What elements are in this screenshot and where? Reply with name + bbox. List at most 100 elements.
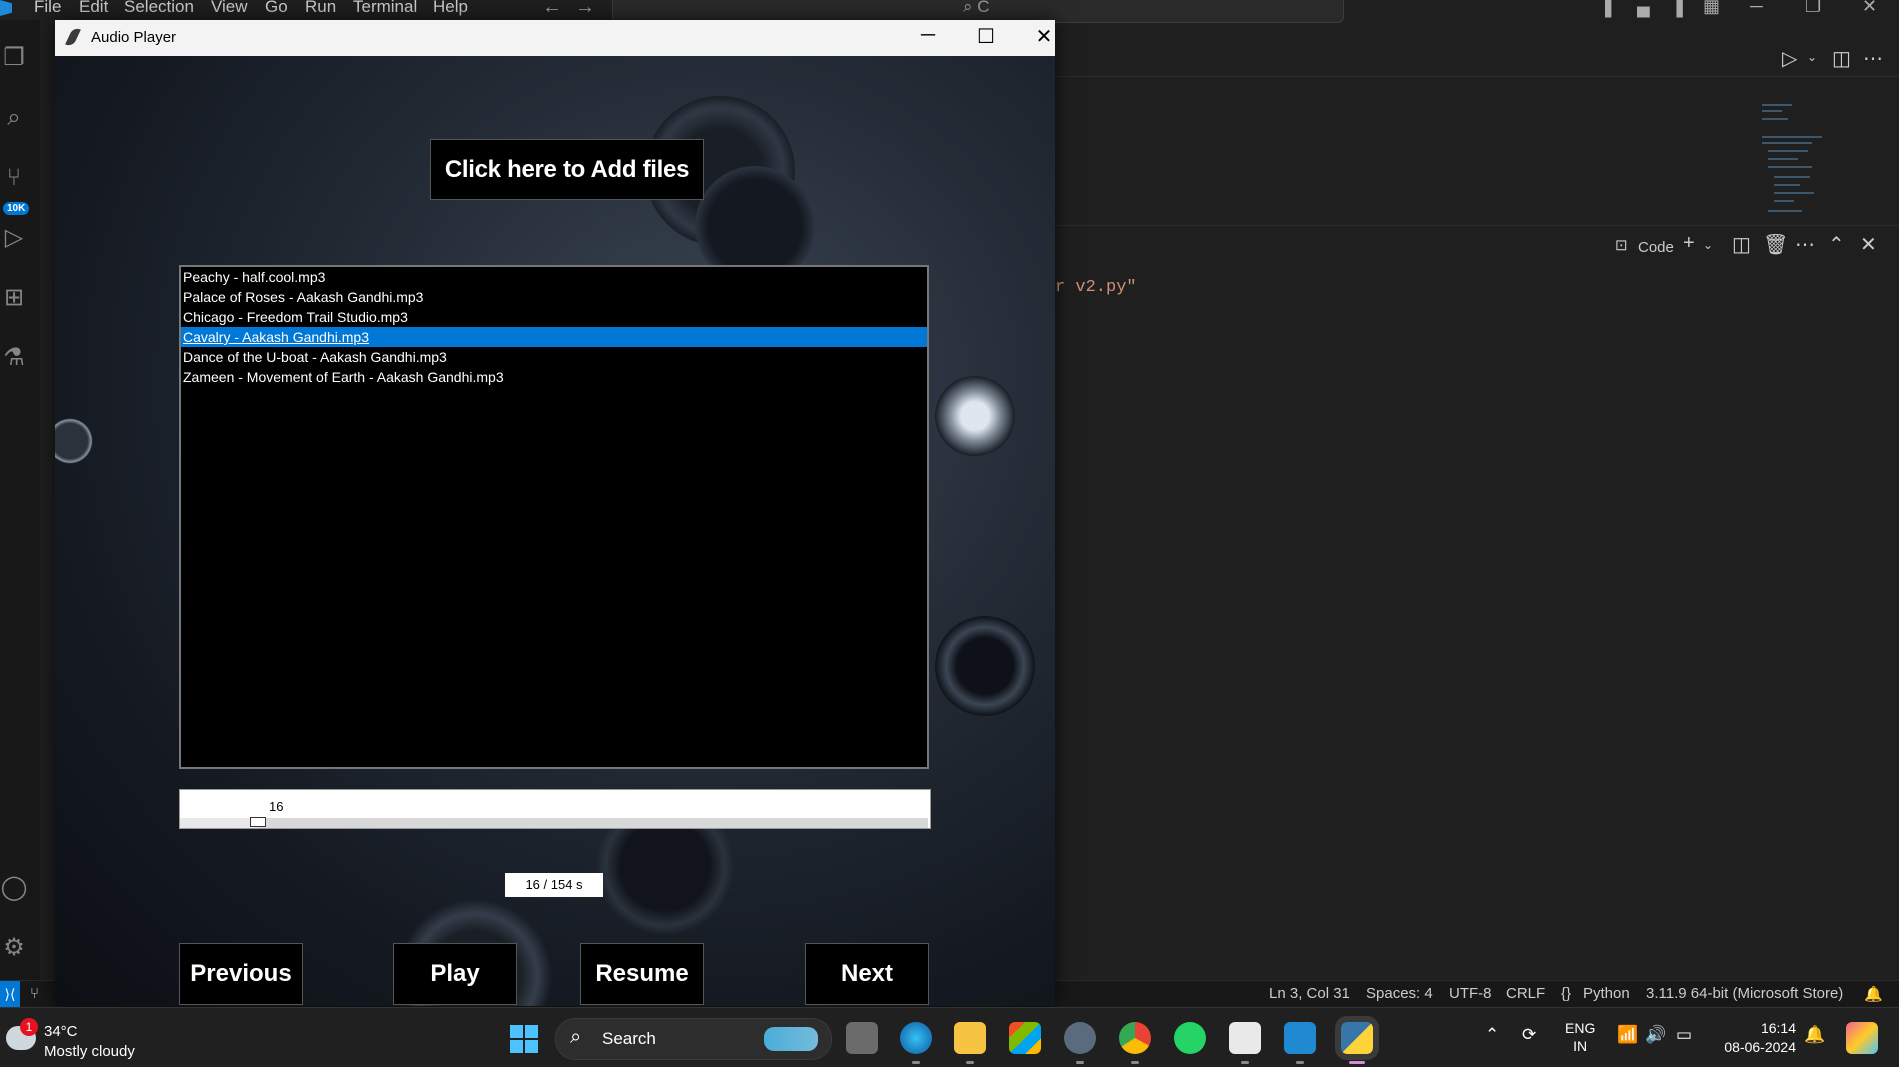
play-button[interactable]: Play: [393, 943, 517, 1005]
settings-icon[interactable]: [1064, 1022, 1096, 1054]
run-icon[interactable]: ▷: [1782, 46, 1797, 71]
more-actions-icon[interactable]: ⋯: [1863, 46, 1883, 71]
task-view-icon[interactable]: [846, 1022, 878, 1054]
start-button[interactable]: [510, 1025, 538, 1053]
cursor-position[interactable]: Ln 3, Col 31: [1269, 985, 1350, 1002]
trash-icon[interactable]: 🗑: [1763, 232, 1788, 257]
menu-go[interactable]: Go: [265, 0, 288, 17]
battery-icon[interactable]: ▭: [1676, 1025, 1692, 1045]
vscode-menubar: File Edit Selection View Go Run Terminal…: [0, 0, 1899, 23]
resume-button[interactable]: Resume: [580, 943, 704, 1005]
language-indicator[interactable]: ENG IN: [1565, 1019, 1595, 1055]
language-mode[interactable]: Python: [1583, 985, 1630, 1002]
seek-slider[interactable]: 16: [179, 789, 931, 829]
menu-view[interactable]: View: [211, 0, 248, 17]
notifications-icon[interactable]: 🔔: [1864, 985, 1883, 1003]
new-terminal-icon[interactable]: +: [1683, 232, 1695, 255]
volume-icon[interactable]: 🔊: [1645, 1025, 1666, 1045]
python-interpreter[interactable]: 3.11.9 64-bit (Microsoft Store): [1646, 985, 1843, 1002]
back-arrow-icon[interactable]: ←: [542, 0, 562, 19]
chevron-down-icon[interactable]: ⌄: [1703, 238, 1713, 252]
notification-bell-icon[interactable]: 🔔: [1804, 1025, 1825, 1045]
split-terminal-icon[interactable]: ◫: [1732, 232, 1751, 257]
taskbar-search[interactable]: ⌕ Search: [555, 1018, 832, 1060]
source-control-icon[interactable]: ⑂: [0, 164, 28, 192]
minimize-icon[interactable]: ─: [908, 24, 948, 47]
menu-edit[interactable]: Edit: [79, 0, 108, 17]
wifi-icon[interactable]: 📶: [1617, 1025, 1638, 1045]
account-icon[interactable]: ◯: [0, 874, 28, 902]
vscode-logo-icon: [0, 0, 12, 16]
weather-desc[interactable]: Mostly cloudy: [44, 1043, 135, 1060]
file-explorer-icon[interactable]: [954, 1022, 986, 1054]
split-editor-icon[interactable]: ◫: [1832, 46, 1851, 71]
terminal-output: r v2.py": [1055, 278, 1137, 297]
chevron-down-icon[interactable]: ⌄: [1807, 50, 1817, 64]
testing-icon[interactable]: ⚗: [0, 344, 28, 372]
toggle-sidebar-icon[interactable]: ▌: [1605, 0, 1618, 17]
copilot-icon[interactable]: [1846, 1022, 1878, 1054]
gear-icon[interactable]: ⚙: [0, 934, 28, 962]
search-icon: ⌕: [570, 1026, 582, 1048]
forward-arrow-icon[interactable]: →: [575, 0, 595, 19]
toggle-panel-icon[interactable]: ▄: [1637, 0, 1650, 17]
window-titlebar: Audio Player ─ ☐ ✕: [55, 20, 1055, 56]
playlist-item-selected[interactable]: Cavalry - Aakash Gandhi.mp3: [181, 327, 927, 347]
playlist-item[interactable]: Chicago - Freedom Trail Studio.mp3: [181, 307, 927, 327]
lang-line1: ENG: [1565, 1020, 1596, 1036]
branch-icon[interactable]: ⑂: [30, 985, 39, 1002]
seek-thumb[interactable]: [250, 817, 266, 827]
more-actions-icon[interactable]: ⋯: [1795, 232, 1815, 257]
close-icon[interactable]: ✕: [1862, 0, 1877, 17]
playlist-item[interactable]: Dance of the U-boat - Aakash Gandhi.mp3: [181, 347, 927, 367]
menu-selection[interactable]: Selection: [124, 0, 194, 17]
seek-trough[interactable]: [180, 818, 928, 828]
edge-icon[interactable]: [900, 1022, 932, 1054]
playlist-listbox[interactable]: Peachy - half.cool.mp3 Palace of Roses -…: [179, 265, 929, 769]
whatsapp-icon[interactable]: [1174, 1022, 1206, 1054]
minimap: [1760, 96, 1880, 226]
sync-icon[interactable]: ⟳: [1522, 1025, 1536, 1045]
menu-file[interactable]: File: [34, 0, 61, 17]
add-files-button[interactable]: Click here to Add files: [430, 139, 704, 200]
running-indicator: [1241, 1061, 1249, 1064]
taskbar-clock[interactable]: 16:14 08-06-2024: [1716, 1019, 1796, 1057]
indentation[interactable]: Spaces: 4: [1366, 985, 1433, 1002]
weather-temp[interactable]: 34°C: [44, 1023, 78, 1040]
taskbar: 1 34°C Mostly cloudy ⌕ Search ⌃ ⟳ ENG IN…: [0, 1007, 1899, 1067]
restore-icon[interactable]: ❐: [1805, 0, 1821, 17]
line-ending[interactable]: CRLF: [1506, 985, 1545, 1002]
playlist-item[interactable]: Zameen - Movement of Earth - Aakash Gand…: [181, 367, 927, 387]
menu-help[interactable]: Help: [433, 0, 468, 17]
extensions-icon[interactable]: ⊞: [0, 284, 28, 312]
files-icon[interactable]: ❐: [0, 44, 28, 72]
running-indicator: [912, 1061, 920, 1064]
maximize-panel-icon[interactable]: ⌃: [1828, 232, 1845, 257]
menu-terminal[interactable]: Terminal: [353, 0, 417, 17]
chrome-icon[interactable]: [1119, 1022, 1151, 1054]
customize-layout-icon[interactable]: ▦: [1703, 0, 1720, 17]
active-indicator: [1349, 1061, 1365, 1064]
vscode-icon[interactable]: [1284, 1022, 1316, 1054]
minimize-icon[interactable]: ─: [1750, 0, 1763, 17]
chevron-up-icon[interactable]: ⌃: [1485, 1025, 1499, 1045]
close-panel-icon[interactable]: ✕: [1860, 232, 1877, 257]
playlist-item[interactable]: Peachy - half.cool.mp3: [181, 267, 927, 287]
run-debug-icon[interactable]: ▷: [0, 224, 28, 252]
previous-button[interactable]: Previous: [179, 943, 303, 1005]
toggle-secondary-sidebar-icon[interactable]: ▐: [1670, 0, 1683, 17]
encoding[interactable]: UTF-8: [1449, 985, 1492, 1002]
snipping-tool-icon[interactable]: [1229, 1022, 1261, 1054]
next-button[interactable]: Next: [805, 943, 929, 1005]
remote-icon[interactable]: ⟩⟨: [0, 981, 20, 1007]
player-background: Click here to Add files Peachy - half.co…: [55, 56, 1055, 1006]
playlist-item[interactable]: Palace of Roses - Aakash Gandhi.mp3: [181, 287, 927, 307]
maximize-icon[interactable]: ☐: [966, 24, 1006, 49]
microsoft-store-icon[interactable]: [1009, 1022, 1041, 1054]
lang-line2: IN: [1573, 1038, 1588, 1054]
terminal-name[interactable]: Code: [1638, 239, 1674, 256]
search-icon[interactable]: ⌕: [0, 104, 28, 132]
close-icon[interactable]: ✕: [1024, 24, 1064, 49]
menu-run[interactable]: Run: [305, 0, 336, 17]
python-app-icon[interactable]: [1335, 1016, 1379, 1060]
